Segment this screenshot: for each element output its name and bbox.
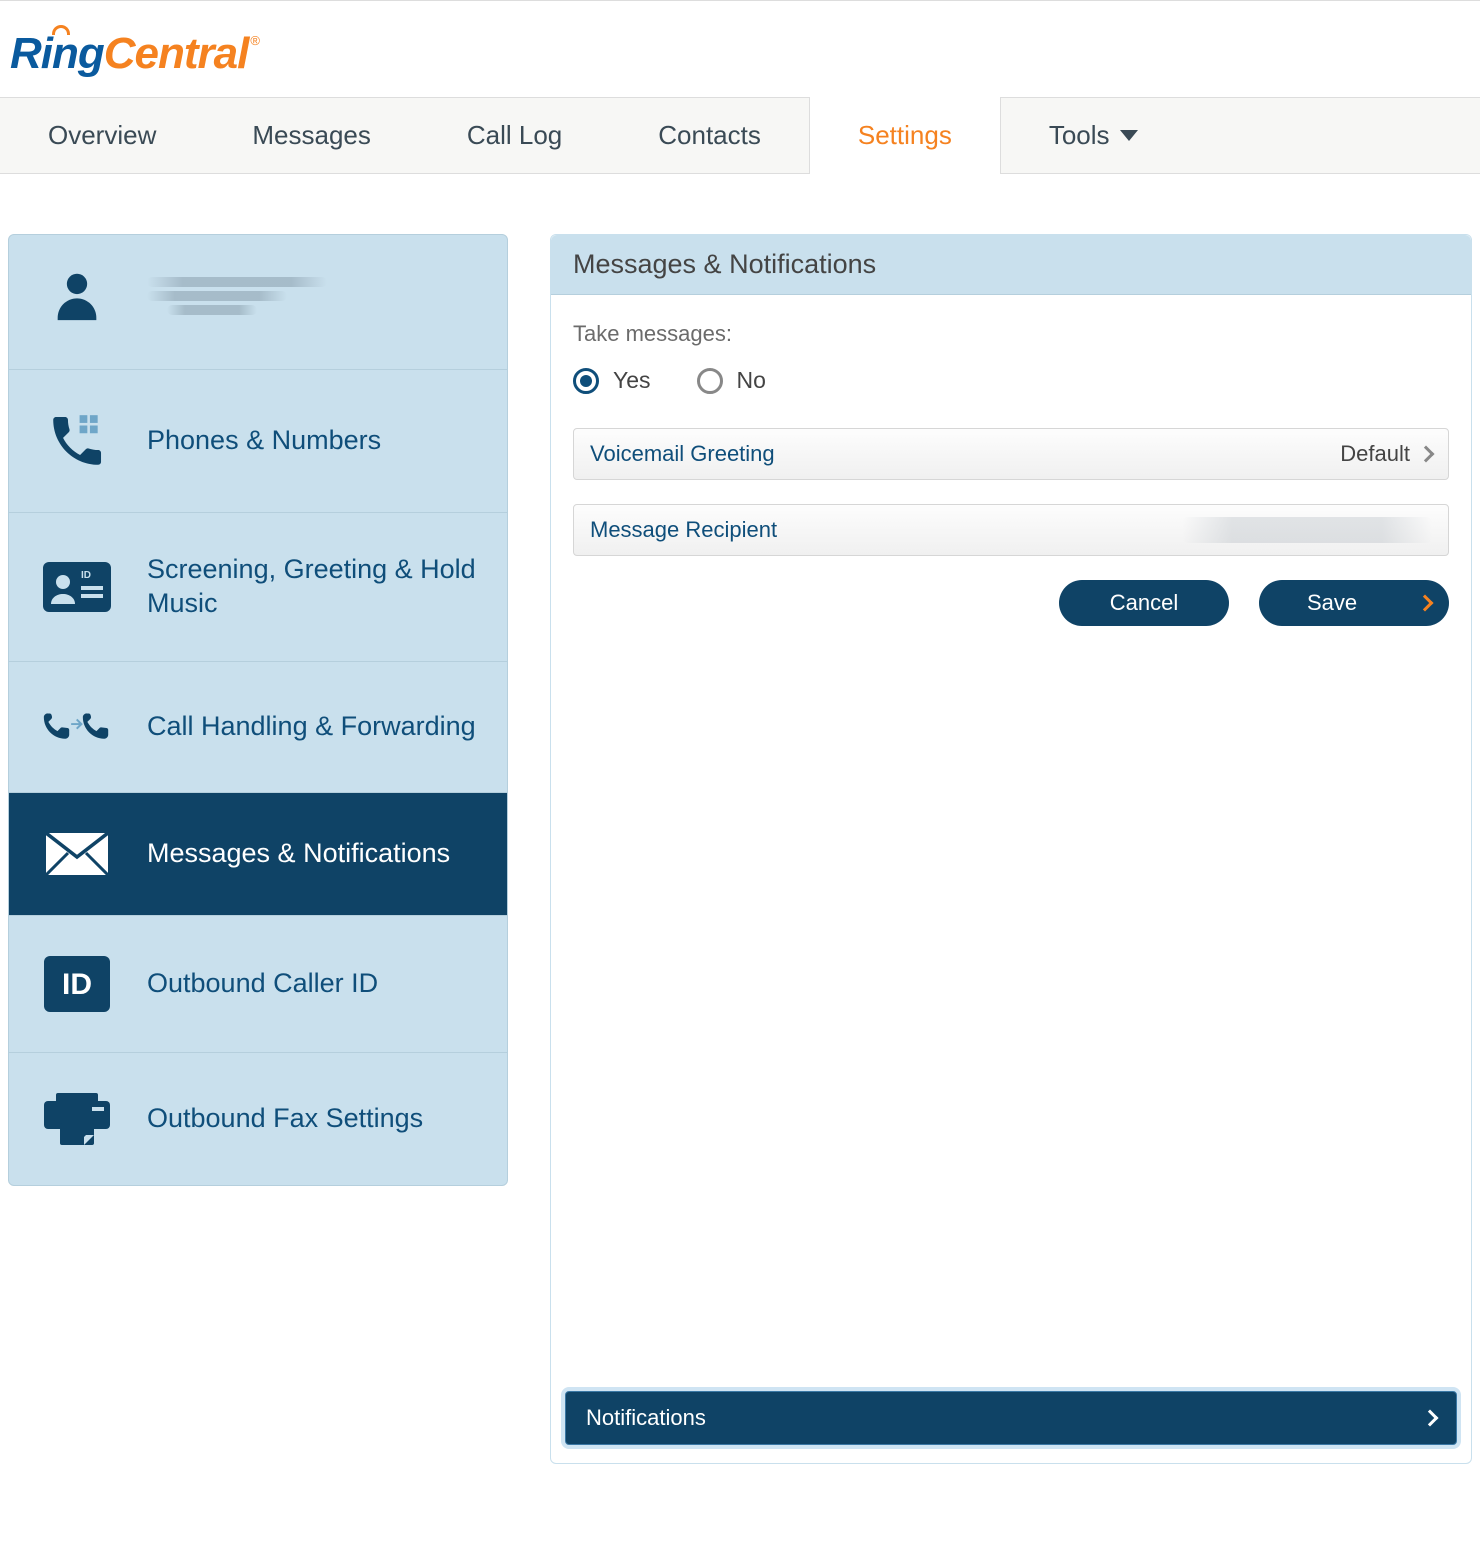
sidebar-callerid-label: Outbound Caller ID	[147, 967, 479, 1001]
sidebar-handling-label: Call Handling & Forwarding	[147, 710, 479, 744]
save-button-label: Save	[1307, 590, 1357, 616]
radio-no-circle	[697, 368, 723, 394]
tab-calllog-label: Call Log	[467, 120, 562, 151]
notifications-label: Notifications	[586, 1405, 706, 1431]
button-row: Cancel Save	[573, 580, 1449, 626]
message-recipient-row[interactable]: Message Recipient	[573, 504, 1449, 556]
chevron-right-icon	[1417, 595, 1434, 612]
radio-yes-label: Yes	[613, 367, 651, 394]
message-recipient-label: Message Recipient	[590, 517, 777, 543]
sidebar-screening-label: Screening, Greeting & Hold Music	[147, 553, 479, 621]
logo-part2: Central	[104, 29, 249, 78]
logo-part1: Ring	[10, 29, 104, 78]
phone-icon	[37, 410, 117, 472]
main-tabs: Overview Messages Call Log Contacts Sett…	[0, 97, 1480, 174]
tab-tools-label: Tools	[1049, 120, 1110, 151]
cancel-button[interactable]: Cancel	[1059, 580, 1229, 626]
sidebar-item-screening[interactable]: ID Screening, Greeting & Hold Music	[9, 513, 507, 662]
chevron-right-icon	[1418, 446, 1435, 463]
fax-icon	[37, 1093, 117, 1145]
chevron-down-icon	[1120, 130, 1138, 141]
user-name-redacted	[147, 273, 479, 319]
message-recipient-redacted	[1182, 517, 1432, 543]
tab-settings[interactable]: Settings	[809, 97, 1001, 174]
radio-no[interactable]: No	[697, 367, 766, 394]
sidebar-fax-label: Outbound Fax Settings	[147, 1102, 479, 1136]
caller-id-icon: ID	[37, 956, 117, 1012]
user-icon	[37, 267, 117, 325]
logo: RingCentral®	[10, 29, 1470, 79]
tab-messages-label: Messages	[252, 120, 371, 151]
sidebar-item-phones[interactable]: Phones & Numbers	[9, 370, 507, 513]
panel-body: Take messages: Yes No Voicemail Greeting…	[551, 295, 1471, 1377]
sidebar-item-handling[interactable]: Call Handling & Forwarding	[9, 662, 507, 793]
take-messages-label: Take messages:	[573, 321, 1449, 347]
voicemail-greeting-row[interactable]: Voicemail Greeting Default	[573, 428, 1449, 480]
take-messages-radios: Yes No	[573, 367, 1449, 394]
tab-messages[interactable]: Messages	[204, 98, 419, 173]
voicemail-greeting-label: Voicemail Greeting	[590, 441, 775, 467]
tab-tools[interactable]: Tools	[1001, 98, 1186, 173]
tab-contacts[interactable]: Contacts	[610, 98, 809, 173]
radio-no-label: No	[737, 367, 766, 394]
content-area: Phones & Numbers ID Screening, Greeting …	[0, 174, 1480, 1464]
radio-yes-circle	[573, 368, 599, 394]
tab-overview[interactable]: Overview	[0, 98, 204, 173]
sidebar-item-messages[interactable]: Messages & Notifications	[9, 793, 507, 916]
sidebar-phones-label: Phones & Numbers	[147, 424, 479, 458]
panel-title: Messages & Notifications	[551, 235, 1471, 295]
svg-text:ID: ID	[62, 968, 92, 1001]
panel-footer: Notifications	[551, 1377, 1471, 1463]
sidebar-item-user[interactable]	[9, 235, 507, 370]
tab-calllog[interactable]: Call Log	[419, 98, 610, 173]
id-card-icon: ID	[37, 562, 117, 612]
voicemail-greeting-value-wrap: Default	[1340, 441, 1432, 467]
sidebar-item-fax[interactable]: Outbound Fax Settings	[9, 1053, 507, 1185]
svg-text:ID: ID	[81, 570, 91, 581]
voicemail-greeting-value: Default	[1340, 441, 1410, 467]
sidebar-messages-label: Messages & Notifications	[147, 837, 479, 871]
logo-registered: ®	[250, 33, 259, 48]
sidebar-item-callerid[interactable]: ID Outbound Caller ID	[9, 916, 507, 1053]
logo-accent	[52, 25, 70, 35]
settings-sidebar: Phones & Numbers ID Screening, Greeting …	[8, 234, 508, 1186]
header: RingCentral®	[0, 1, 1480, 97]
cancel-button-label: Cancel	[1110, 590, 1178, 616]
call-forward-icon	[37, 702, 117, 752]
tab-overview-label: Overview	[48, 120, 156, 151]
tab-settings-label: Settings	[858, 120, 952, 151]
chevron-right-icon	[1422, 1410, 1439, 1427]
settings-panel: Messages & Notifications Take messages: …	[550, 234, 1472, 1464]
save-button[interactable]: Save	[1259, 580, 1449, 626]
tab-contacts-label: Contacts	[658, 120, 761, 151]
envelope-icon	[37, 833, 117, 875]
radio-yes[interactable]: Yes	[573, 367, 651, 394]
notifications-bar[interactable]: Notifications	[565, 1391, 1457, 1445]
